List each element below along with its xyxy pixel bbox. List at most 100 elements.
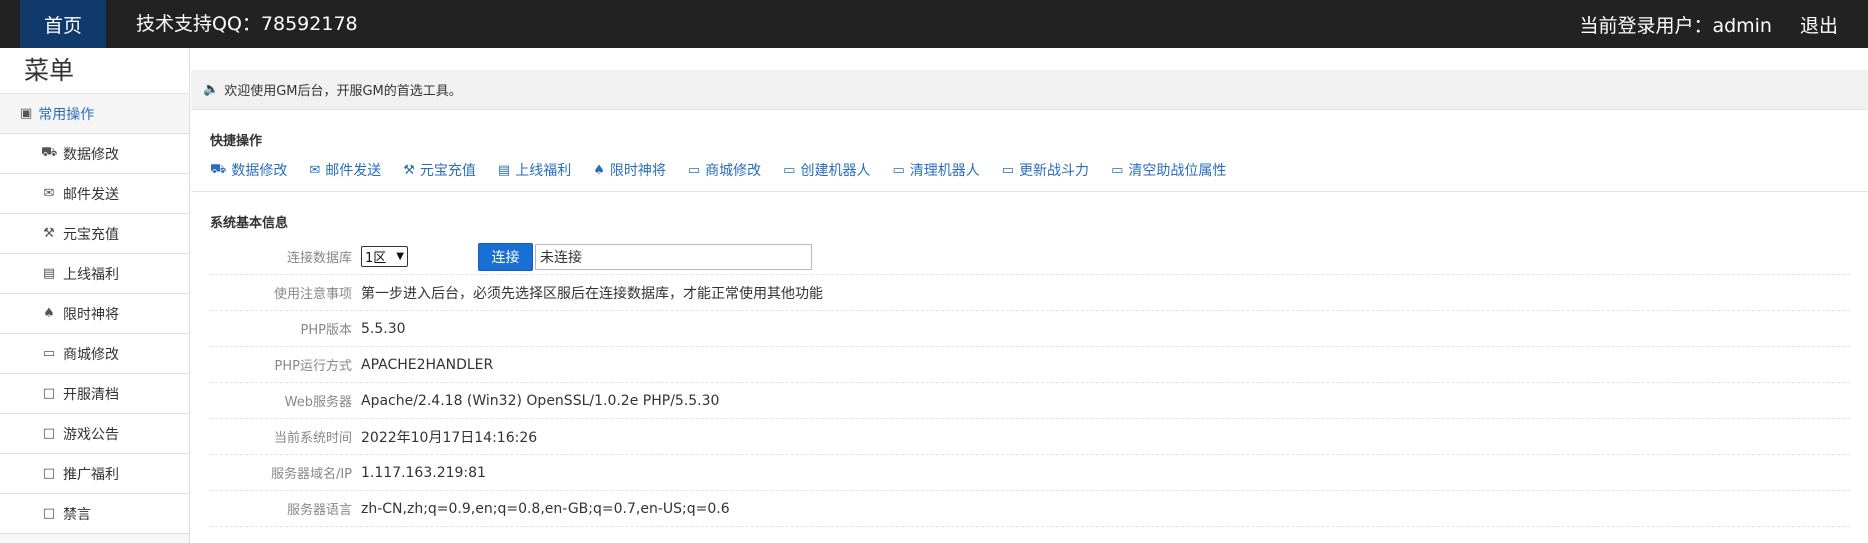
sidebar-item-promo-bonus[interactable]: □ 推广福利: [0, 454, 189, 494]
sidebar-item-label: 游戏公告: [63, 426, 119, 443]
menu-title: 菜单: [0, 48, 189, 94]
info-label: Web服务器: [284, 395, 352, 410]
db-label: 连接数据库: [286, 251, 352, 266]
sidebar-item-limited-general[interactable]: ♠ 限时神将: [0, 294, 189, 334]
sidebar-item-recharge[interactable]: ⚒ 元宝充值: [0, 214, 189, 254]
info-value: 第一步进入后台，必须先选择区服后在连接数据库，才能正常使用其他功能: [361, 285, 823, 302]
section-divider: [191, 191, 1868, 192]
wrench-icon: ⚒: [403, 162, 415, 178]
quick-link-shop-edit[interactable]: ▭ 商城修改: [688, 160, 761, 180]
connect-status-field[interactable]: 未连接: [535, 243, 812, 270]
quick-link-label: 商城修改: [705, 163, 762, 179]
system-info-title: 系统基本信息: [210, 216, 289, 231]
quick-link-data-edit[interactable]: ⛟ 数据修改: [210, 160, 287, 180]
list-icon: ▤: [497, 162, 511, 178]
file-icon: □: [42, 506, 56, 521]
info-row-db: 连接数据库 1区 ▼ 连接 未连接: [210, 239, 1850, 275]
quick-actions: ⛟ 数据修改 ✉ 邮件发送 ⚒ 元宝充值 ▤ 上线福利 ♠ 限时神将 ▭ 商城修改 ▭ 创建机…: [210, 160, 1248, 180]
truck-icon: ⛟: [210, 161, 227, 177]
sidebar-item-label: 上线福利: [63, 266, 119, 283]
quick-actions-title: 快捷操作: [210, 134, 263, 149]
info-label: 当前系统时间: [273, 431, 352, 446]
welcome-bar: 🔈 欢迎使用GM后台，开服GM的首选工具。: [191, 70, 1868, 110]
sidebar-item-label: 邮件发送: [63, 186, 119, 203]
info-row: Web服务器 Apache/2.4.18 (Win32) OpenSSL/1.0…: [210, 383, 1850, 419]
quick-link-label: 创建机器人: [800, 163, 871, 179]
info-label: PHP版本: [300, 323, 352, 338]
info-value: APACHE2HANDLER: [361, 356, 494, 373]
info-row: 服务器语言 zh-CN,zh;q=0.9,en;q=0.8,en-GB;q=0.…: [210, 491, 1850, 527]
sidebar-group-common[interactable]: ▣ 常用操作: [0, 94, 189, 134]
info-value: 5.5.30: [361, 320, 406, 337]
quick-link-mail-send[interactable]: ✉ 邮件发送: [309, 160, 381, 180]
connect-button[interactable]: 连接: [478, 242, 533, 271]
wrench-icon: ⚒: [43, 226, 55, 241]
truck-icon: ⛟: [41, 145, 58, 160]
info-row: 使用注意事项 第一步进入后台，必须先选择区服后在连接数据库，才能正常使用其他功能: [210, 275, 1850, 311]
quick-link-label: 限时神将: [609, 163, 666, 179]
main-content: 🔈 欢迎使用GM后台，开服GM的首选工具。 快捷操作 ⛟ 数据修改 ✉ 邮件发送 ⚒…: [191, 48, 1868, 543]
quick-link-label: 更新战斗力: [1019, 163, 1090, 179]
quick-link-clear-assist[interactable]: ▭ 清空助战位属性: [1111, 160, 1226, 180]
support-qq-text: 技术支持QQ：78592178: [136, 13, 358, 35]
spade-icon: ♠: [43, 306, 55, 321]
file-icon: □: [42, 466, 56, 481]
sidebar-item-game-notice[interactable]: □ 游戏公告: [0, 414, 189, 454]
chevron-down-icon: ▼: [396, 251, 404, 262]
zone-select-value: 1区: [365, 251, 387, 266]
spade-icon: ♠: [593, 162, 605, 178]
quick-link-label: 数据修改: [231, 163, 288, 179]
info-value: 1.117.163.219:81: [361, 464, 486, 481]
sidebar-item-label: 开服清档: [63, 386, 119, 403]
quick-link-update-power[interactable]: ▭ 更新战斗力: [1002, 160, 1089, 180]
info-row: PHP运行方式 APACHE2HANDLER: [210, 347, 1850, 383]
folder-icon: ▭: [1001, 162, 1015, 178]
sidebar-item-label: 推广福利: [63, 466, 119, 483]
info-label: 使用注意事项: [273, 287, 352, 302]
book-icon: ▣: [20, 106, 33, 121]
user-area: 当前登录用户：admin 退出: [1579, 0, 1838, 48]
sidebar-item-shop-edit[interactable]: ▭ 商城修改: [0, 334, 189, 374]
top-bar: 首页 技术支持QQ：78592178 当前登录用户：admin 退出: [0, 0, 1868, 48]
sidebar-item-mute[interactable]: □ 禁言: [0, 494, 189, 534]
welcome-text: 欢迎使用GM后台，开服GM的首选工具。: [224, 84, 462, 99]
quick-link-label: 清空助战位属性: [1128, 163, 1227, 179]
envelope-icon: ✉: [43, 186, 55, 201]
folder-icon: ▭: [783, 162, 796, 178]
sidebar-item-label: 禁言: [63, 506, 91, 523]
folder-icon: ▭: [1111, 162, 1124, 178]
sidebar-item-data-edit[interactable]: ⛟ 数据修改: [0, 134, 189, 174]
info-value: 2022年10月17日14:16:26: [361, 429, 538, 446]
sidebar: 菜单 ▣ 常用操作 ⛟ 数据修改 ✉ 邮件发送 ⚒ 元宝充值 ▤ 上线福利 ♠ …: [0, 48, 190, 543]
info-row: PHP版本 5.5.30: [210, 311, 1850, 347]
quick-link-label: 清理机器人: [909, 163, 980, 179]
folder-icon: ▭: [892, 162, 905, 178]
zone-select[interactable]: 1区 ▼: [361, 246, 408, 267]
speaker-icon: 🔈: [203, 82, 220, 97]
quick-link-recharge[interactable]: ⚒ 元宝充值: [403, 160, 476, 180]
info-label: PHP运行方式: [274, 359, 352, 374]
list-icon: ▤: [42, 266, 56, 281]
sidebar-item-server-reset[interactable]: □ 开服清档: [0, 374, 189, 414]
folder-icon: ▭: [42, 346, 56, 361]
info-value: zh-CN,zh;q=0.9,en;q=0.8,en-GB;q=0.7,en-U…: [361, 500, 730, 517]
quick-link-online-bonus[interactable]: ▤ 上线福利: [498, 160, 571, 180]
quick-link-create-bot[interactable]: ▭ 创建机器人: [783, 160, 870, 180]
info-row: 服务器域名/IP 1.117.163.219:81: [210, 455, 1850, 491]
sidebar-item-mail-send[interactable]: ✉ 邮件发送: [0, 174, 189, 214]
logout-link[interactable]: 退出: [1800, 11, 1838, 38]
quick-link-clean-bot[interactable]: ▭ 清理机器人: [892, 160, 979, 180]
sidebar-item-label: 限时神将: [63, 306, 119, 323]
sidebar-item-online-bonus[interactable]: ▤ 上线福利: [0, 254, 189, 294]
info-label: 服务器语言: [286, 503, 352, 518]
info-label: 服务器域名/IP: [270, 467, 352, 482]
quick-link-label: 上线福利: [515, 163, 572, 179]
sidebar-item-label: 元宝充值: [63, 226, 119, 243]
info-value: Apache/2.4.18 (Win32) OpenSSL/1.0.2e PHP…: [361, 392, 720, 409]
quick-link-label: 邮件发送: [325, 163, 382, 179]
current-user-label: 当前登录用户：admin: [1579, 14, 1772, 37]
quick-link-limited-general[interactable]: ♠ 限时神将: [593, 160, 666, 180]
info-row: 当前系统时间 2022年10月17日14:16:26: [210, 419, 1850, 455]
home-tab[interactable]: 首页: [20, 0, 106, 48]
sidebar-item-label: 数据修改: [63, 146, 119, 163]
